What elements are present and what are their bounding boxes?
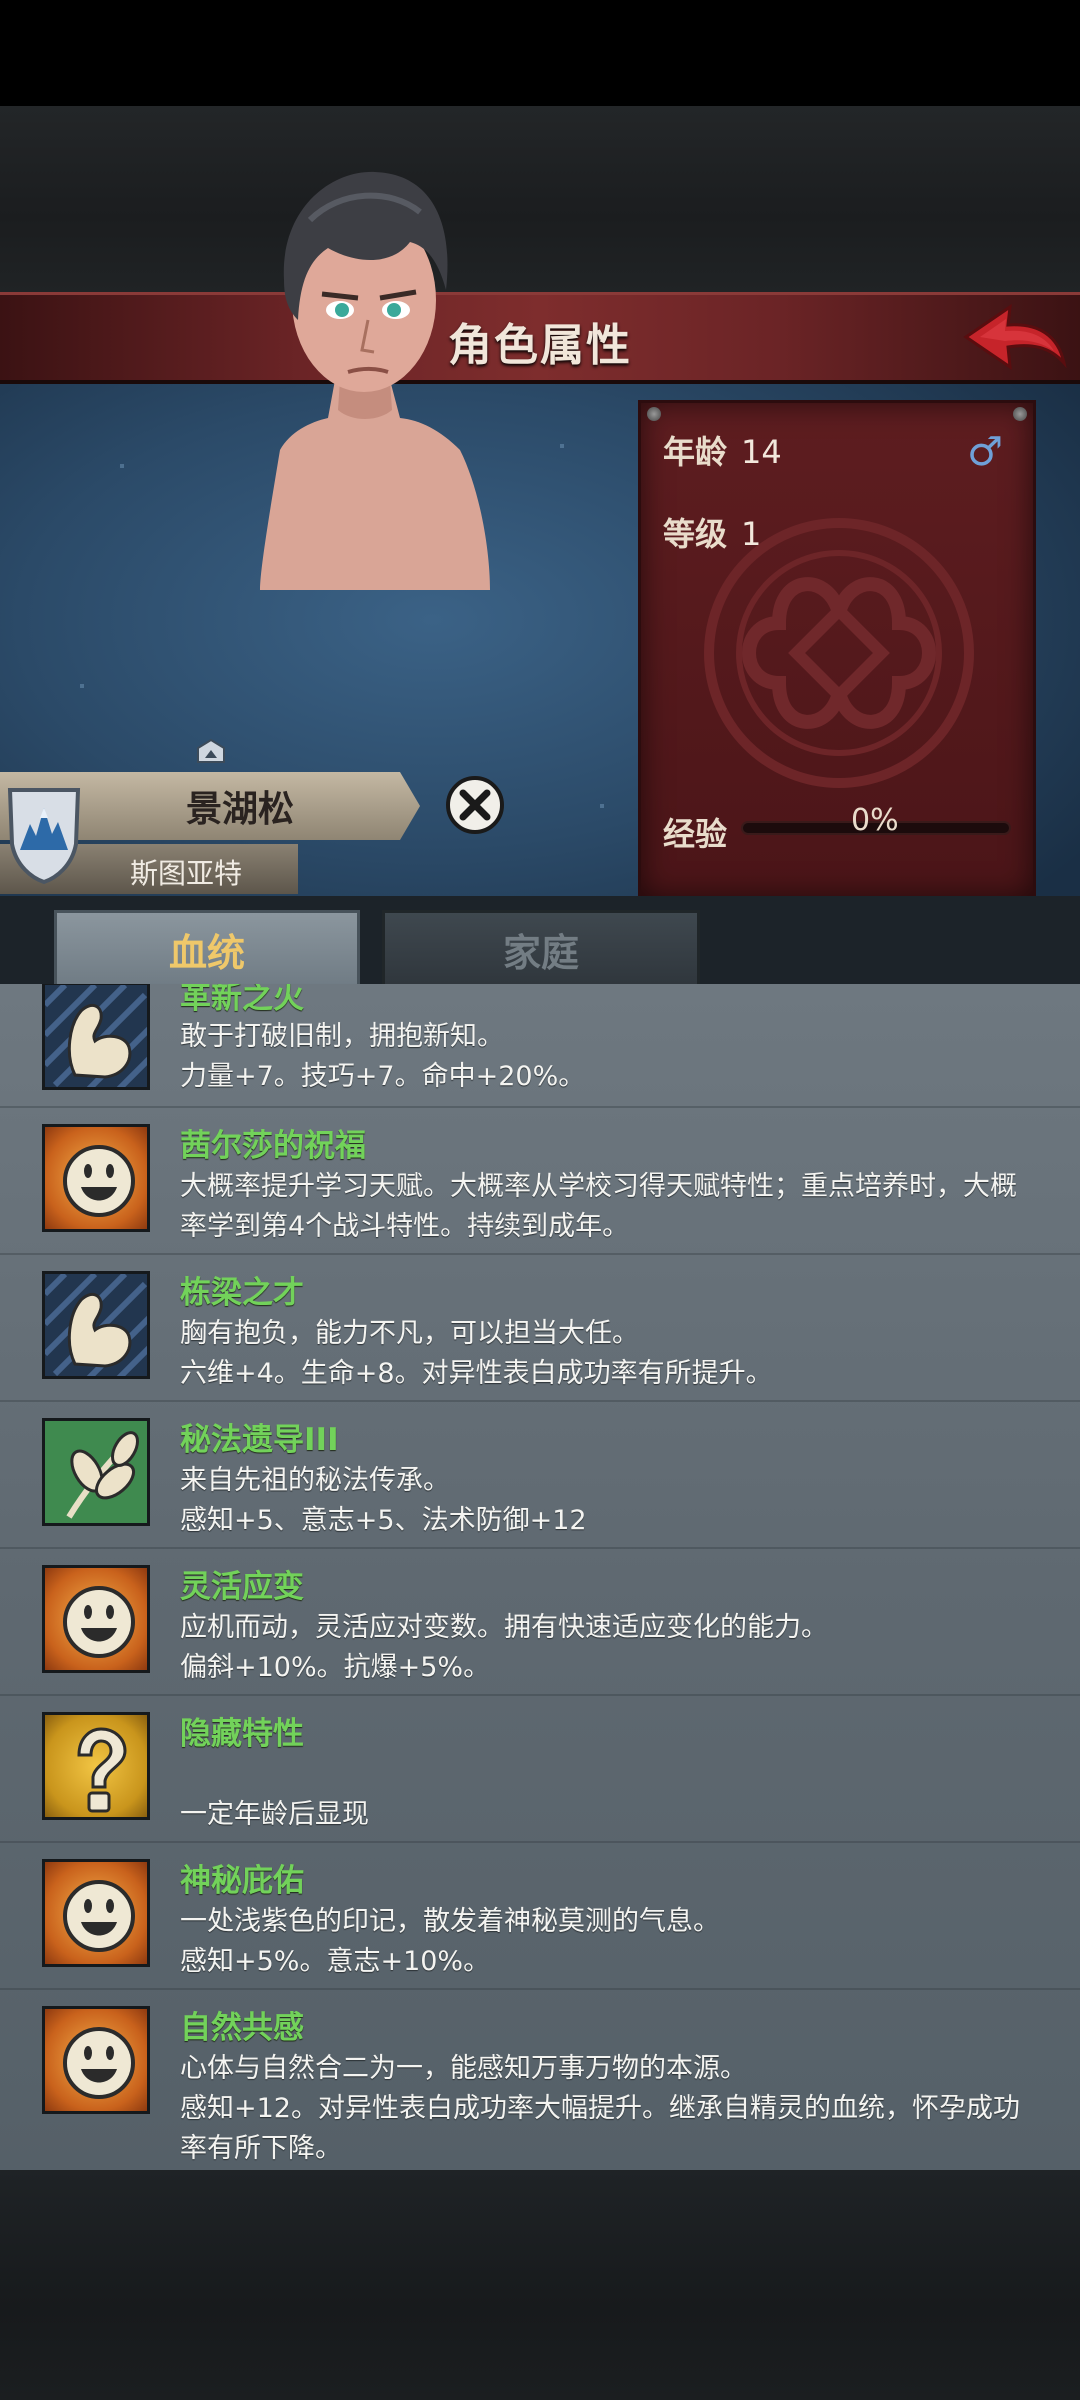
trait-effect: 感知+12。对异性表白成功率大幅提升。继承自精灵的血统，怀孕成功	[180, 2093, 1020, 2124]
age-row: 年龄 14	[663, 427, 782, 473]
trait-description: 胸有抱负，能力不凡，可以担当大任。	[180, 1318, 639, 1349]
trait-effect: 六维+4。生命+8。对异性表白成功率有所提升。	[180, 1358, 773, 1389]
house-rank-icon	[197, 738, 225, 763]
rivet-icon	[1013, 407, 1027, 421]
close-icon	[459, 789, 491, 821]
top-backdrop	[0, 106, 1080, 292]
tab-family[interactable]: 家庭	[382, 910, 700, 990]
character-portrait	[260, 171, 490, 590]
trait-name: 灵活应变	[180, 1569, 304, 1605]
stats-panel: 年龄 14 ♂ 等级 1 经验 0%	[638, 400, 1036, 900]
character-origin: 斯图亚特	[130, 857, 243, 890]
trait-description: 心体与自然合二为一，能感知万事万物的本源。	[180, 2053, 747, 2084]
trait-effect: 率有所下降。	[180, 2133, 342, 2164]
trait-name: 自然共感	[180, 2010, 304, 2046]
muscle-arm-icon	[42, 984, 150, 1090]
trait-effect: 感知+5%。意志+10%。	[180, 1946, 491, 1977]
trait-name: 神秘庇佑	[180, 1863, 304, 1899]
trait-effect: 偏斜+10%。抗爆+5%。	[180, 1652, 491, 1683]
list-item: 灵活应变 应机而动，灵活应对变数。拥有快速适应变化的能力。 偏斜+10%。抗爆+…	[0, 1549, 1080, 1696]
age-label: 年龄	[663, 433, 728, 471]
trait-name: 茜尔莎的祝福	[180, 1128, 366, 1164]
list-item: 隐藏特性 一定年龄后显现	[0, 1696, 1080, 1843]
family-crest-icon	[7, 788, 81, 884]
trait-list[interactable]: 革新之火 敢于打破旧制，拥抱新知。 力量+7。技巧+7。命中+20%。 茜尔莎的…	[0, 984, 1080, 2170]
bottom-backdrop	[0, 2170, 1080, 2400]
level-value: 1	[741, 515, 762, 553]
status-bar-area	[0, 0, 1080, 106]
trait-description: 敢于打破旧制，拥抱新知。	[180, 1021, 504, 1052]
list-item: 自然共感 心体与自然合二为一，能感知万事万物的本源。 感知+12。对异性表白成功…	[0, 1990, 1080, 2170]
sun-smiley-icon	[42, 1124, 150, 1232]
sun-smiley-icon	[42, 2006, 150, 2114]
trait-description: 一处浅紫色的印记，散发着神秘莫测的气息。	[180, 1906, 720, 1937]
list-item: 栋梁之才 胸有抱负，能力不凡，可以担当大任。 六维+4。生命+8。对异性表白成功…	[0, 1255, 1080, 1402]
male-gender-icon: ♂	[967, 429, 1003, 475]
trait-name: 秘法遗导III	[180, 1422, 339, 1458]
trait-name: 隐藏特性	[180, 1716, 304, 1752]
sun-smiley-icon	[42, 1565, 150, 1673]
level-row: 等级 1	[663, 509, 761, 555]
muscle-arm-icon	[42, 1271, 150, 1379]
list-item: 秘法遗导III 来自先祖的秘法传承。 感知+5、意志+5、法术防御+12	[0, 1402, 1080, 1549]
title-bar: 角色属性	[0, 292, 1080, 384]
character-name: 景湖松	[186, 789, 295, 830]
trait-name: 革新之火	[180, 984, 304, 1016]
trait-name: 栋梁之才	[180, 1275, 304, 1311]
herb-leaf-icon	[42, 1418, 150, 1526]
trait-effect: 力量+7。技巧+7。命中+20%。	[180, 1061, 586, 1092]
question-mark-icon	[42, 1712, 150, 1820]
exp-value: 0%	[851, 803, 899, 838]
close-button[interactable]	[446, 776, 504, 834]
tab-bloodline[interactable]: 血统	[54, 910, 360, 990]
age-value: 14	[741, 433, 782, 471]
trait-description: 大概率提升学习天赋。大概率从学校习得天赋特性；重点培养时，大概	[180, 1171, 1017, 1202]
list-item: 革新之火 敢于打破旧制，拥抱新知。 力量+7。技巧+7。命中+20%。	[0, 984, 1080, 1108]
exp-label: 经验	[663, 815, 728, 853]
back-arrow-button[interactable]	[960, 301, 1068, 377]
trait-description: 应机而动，灵活应对变数。拥有快速适应变化的能力。	[180, 1612, 828, 1643]
trait-description: 率学到第4个战斗特性。持续到成年。	[180, 1211, 630, 1242]
celtic-knot-emblem	[704, 518, 974, 788]
trait-description: 一定年龄后显现	[180, 1799, 369, 1830]
level-label: 等级	[663, 515, 728, 553]
trait-effect: 感知+5、意志+5、法术防御+12	[180, 1505, 587, 1536]
trait-description: 来自先祖的秘法传承。	[180, 1465, 450, 1496]
tab-bar: 血统 家庭	[0, 896, 1080, 990]
back-arrow-icon	[963, 303, 1067, 371]
list-item: 神秘庇佑 一处浅紫色的印记，散发着神秘莫测的气息。 感知+5%。意志+10%。	[0, 1843, 1080, 1990]
page-title: 角色属性	[448, 320, 632, 371]
rivet-icon	[647, 407, 661, 421]
list-item: 茜尔莎的祝福 大概率提升学习天赋。大概率从学校习得天赋特性；重点培养时，大概 率…	[0, 1108, 1080, 1255]
sun-smiley-icon	[42, 1859, 150, 1967]
